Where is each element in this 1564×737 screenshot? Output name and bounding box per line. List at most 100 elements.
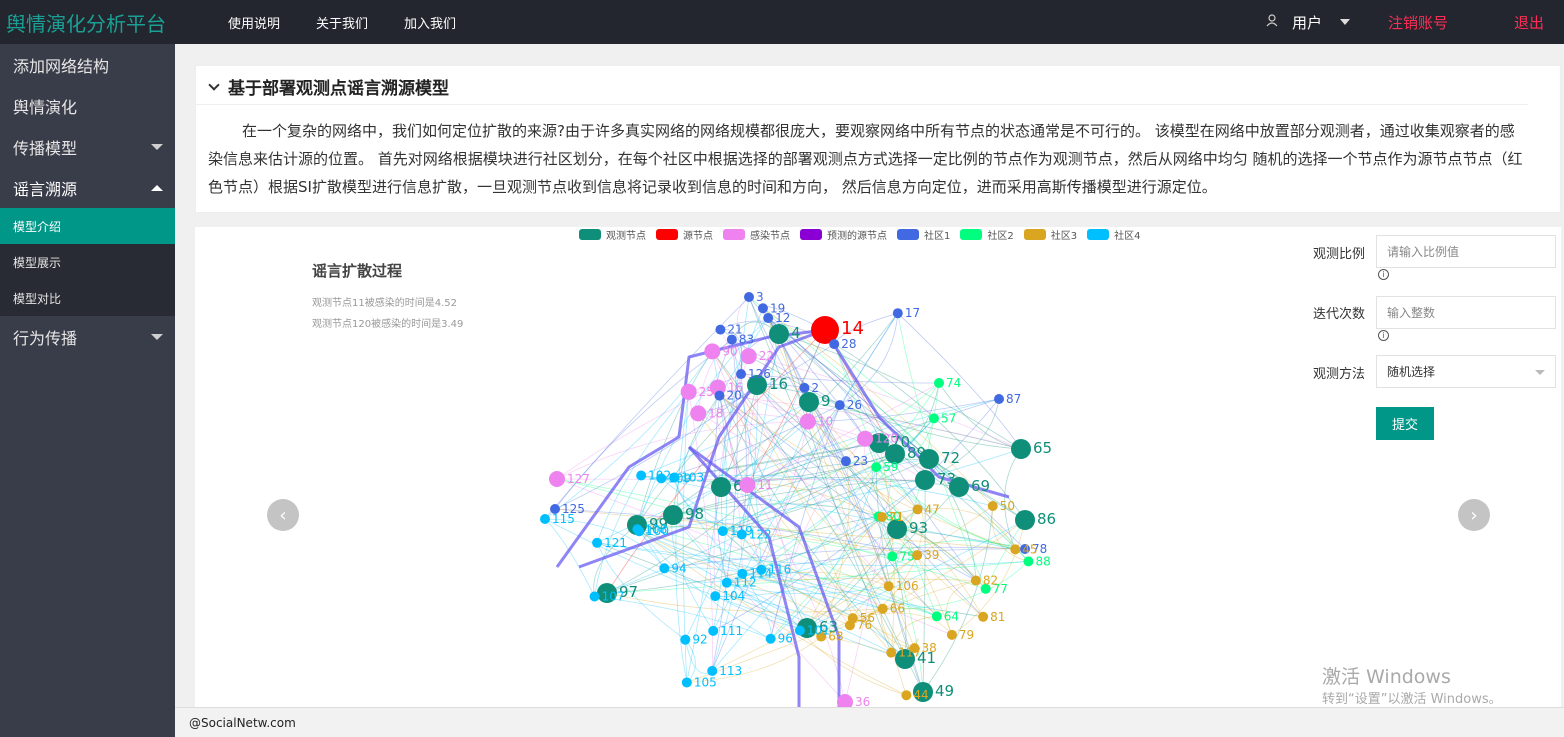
graph-node-circle[interactable] — [876, 511, 887, 522]
graph-node-observer[interactable]: 65 — [1011, 439, 1052, 459]
graph-node-circle[interactable] — [857, 430, 874, 447]
graph-node-circle[interactable] — [707, 665, 718, 676]
graph-node-circle[interactable] — [680, 634, 691, 645]
graph-node-c1[interactable]: 26 — [834, 398, 862, 412]
graph-node-circle[interactable] — [592, 537, 603, 548]
logout-account-link[interactable]: 注销账号 — [1388, 12, 1448, 33]
graph-node-c4[interactable]: 119 — [717, 524, 753, 538]
graph-node-circle[interactable] — [934, 378, 944, 388]
graph-node-circle[interactable] — [636, 470, 647, 481]
graph-node-circle[interactable] — [970, 575, 981, 586]
sidebar-item-behavior-propagation[interactable]: 行为传播 — [0, 316, 175, 357]
sidebar-item-propagation-model[interactable]: 传播模型 — [0, 126, 175, 167]
graph-node-c2[interactable]: 59 — [871, 460, 898, 474]
graph-node-c4[interactable]: 111 — [708, 624, 743, 638]
nav-join[interactable]: 加入我们 — [386, 13, 474, 32]
graph-node-c4[interactable]: 92 — [680, 633, 708, 647]
graph-node-c1[interactable]: 83 — [726, 333, 754, 347]
graph-node-c1[interactable]: 20 — [714, 389, 742, 403]
submit-button[interactable]: 提交 — [1376, 407, 1434, 440]
graph-node-c1[interactable]: 28 — [829, 337, 856, 351]
sidebar-item-add-network[interactable]: 添加网络结构 — [0, 44, 175, 85]
graph-node-circle[interactable] — [931, 611, 942, 622]
graph-node-c3[interactable]: 56 — [847, 611, 875, 625]
info-icon[interactable]: i — [1378, 269, 1389, 280]
graph-node-circle[interactable] — [710, 591, 721, 602]
graph-node-circle[interactable] — [994, 394, 1004, 404]
graph-node-circle[interactable] — [840, 456, 851, 467]
graph-node-circle[interactable] — [877, 603, 888, 614]
graph-node-circle[interactable] — [946, 629, 957, 640]
graph-node-circle[interactable] — [1023, 556, 1034, 567]
graph-node-circle[interactable] — [847, 613, 858, 624]
nav-usage[interactable]: 使用说明 — [210, 13, 298, 32]
iteration-input[interactable]: 输入整数 — [1376, 296, 1556, 329]
user-menu[interactable]: 用户 — [1292, 12, 1322, 33]
graph-node-circle[interactable] — [919, 449, 939, 469]
graph-node-circle[interactable] — [765, 633, 776, 644]
graph-node-c4[interactable]: 121 — [592, 536, 627, 550]
graph-node-circle[interactable] — [717, 526, 728, 537]
graph-node-infected[interactable]: 22 — [740, 348, 774, 365]
graph-node-circle[interactable] — [744, 292, 754, 302]
sidebar-item-rumor-tracing[interactable]: 谣言溯源 — [0, 167, 175, 208]
graph-node-infected[interactable]: 127 — [549, 471, 590, 487]
graph-node-c4[interactable]: 101 — [794, 623, 830, 637]
graph-node-circle[interactable] — [794, 625, 805, 636]
graph-node-circle[interactable] — [711, 477, 731, 497]
graph-node-c4[interactable]: 104 — [710, 589, 745, 603]
sidebar-item-opinion-evolution[interactable]: 舆情演化 — [0, 85, 175, 126]
graph-node-circle[interactable] — [1010, 544, 1021, 555]
method-select[interactable]: 随机选择 — [1376, 355, 1556, 388]
graph-node-circle[interactable] — [726, 334, 737, 345]
graph-node-c3[interactable]: 79 — [946, 628, 974, 642]
graph-node-c4[interactable]: 103 — [669, 471, 704, 485]
graph-node-circle[interactable] — [928, 413, 939, 424]
graph-node-c2[interactable]: 74 — [934, 376, 961, 390]
graph-node-circle[interactable] — [680, 383, 697, 400]
graph-node-c2[interactable]: 64 — [931, 609, 959, 623]
graph-node-c4[interactable]: 108 — [632, 522, 667, 536]
graph-node-circle[interactable] — [757, 303, 768, 314]
graph-node-c3[interactable]: 117 — [886, 646, 921, 660]
graph-node-circle[interactable] — [829, 339, 840, 350]
graph-node-circle[interactable] — [769, 324, 789, 344]
graph-node-observer[interactable]: 9 — [799, 392, 831, 412]
graph-node-circle[interactable] — [883, 581, 894, 592]
graph-node-circle[interactable] — [632, 524, 643, 535]
graph-node-c1[interactable]: 23 — [840, 454, 868, 468]
exit-link[interactable]: 退出 — [1514, 12, 1544, 33]
graph-node-observer[interactable]: 4 — [769, 324, 801, 344]
graph-node-circle[interactable] — [659, 563, 670, 574]
graph-node-c4[interactable]: 105 — [681, 675, 717, 689]
graph-node-c4[interactable]: 107 — [589, 589, 625, 603]
graph-node-c3[interactable]: 106 — [883, 579, 919, 593]
graph-node-c3[interactable]: 82 — [970, 574, 998, 588]
graph-node-circle[interactable] — [740, 348, 757, 365]
graph-node-circle[interactable] — [1011, 439, 1031, 459]
graph-node-c3[interactable]: 39 — [912, 548, 939, 562]
graph-node-c4[interactable]: 102 — [636, 468, 671, 482]
sidebar-subitem-model-intro[interactable]: 模型介绍 — [0, 208, 175, 244]
graph-node-c3[interactable]: 81 — [978, 610, 1005, 624]
ratio-input[interactable]: 请输入比例值 — [1376, 235, 1556, 268]
graph-node-c4[interactable]: 96 — [765, 632, 793, 646]
graph-node-c4[interactable]: 94 — [659, 561, 687, 575]
graph-node-circle[interactable] — [912, 504, 923, 515]
graph-node-circle[interactable] — [589, 591, 600, 602]
sidebar-subitem-model-compare[interactable]: 模型对比 — [0, 280, 175, 316]
graph-node-c4[interactable]: 113 — [707, 664, 742, 678]
graph-node-circle[interactable] — [978, 611, 989, 622]
graph-node-circle[interactable] — [834, 400, 845, 411]
graph-node-circle[interactable] — [714, 390, 725, 401]
graph-node-circle[interactable] — [949, 477, 969, 497]
graph-node-circle[interactable] — [987, 500, 998, 511]
graph-node-c4[interactable]: 112 — [721, 576, 757, 590]
graph-node-circle[interactable] — [721, 577, 732, 588]
graph-node-infected[interactable]: 36 — [837, 694, 870, 707]
chevron-down-icon[interactable] — [1339, 19, 1350, 25]
graph-node-circle[interactable] — [886, 647, 897, 658]
graph-node-observer[interactable]: 6 — [711, 477, 743, 497]
graph-node-circle[interactable] — [901, 690, 912, 701]
graph-node-c3[interactable]: 44 — [901, 688, 929, 702]
